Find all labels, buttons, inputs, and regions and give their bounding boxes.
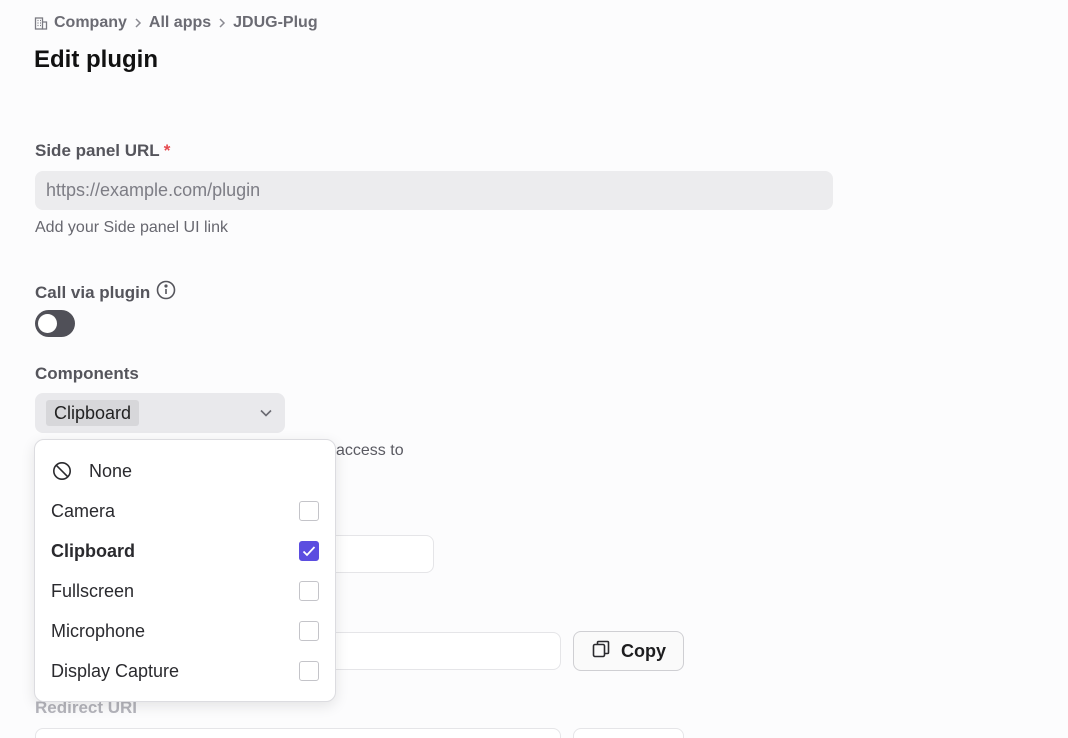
- option-label: Microphone: [51, 620, 146, 641]
- option-camera[interactable]: Camera: [35, 491, 335, 531]
- chevron-right-icon: [133, 17, 143, 29]
- components-label: Components: [35, 364, 139, 383]
- checkbox[interactable]: [299, 621, 319, 641]
- breadcrumb: Company All apps JDUG-Plug: [34, 12, 318, 34]
- components-select[interactable]: Clipboard: [35, 393, 285, 433]
- client-id-input[interactable]: [300, 632, 561, 670]
- option-display-capture[interactable]: Display Capture: [35, 651, 335, 691]
- side-panel-helper: Add your Side panel UI link: [35, 219, 228, 236]
- components-helper-text: access to: [336, 442, 404, 459]
- call-via-plugin-toggle[interactable]: [35, 310, 75, 337]
- option-label: Camera: [51, 500, 116, 521]
- breadcrumb-company[interactable]: Company: [54, 14, 127, 32]
- checkbox-checked[interactable]: [299, 541, 319, 561]
- info-icon[interactable]: [156, 280, 176, 305]
- option-fullscreen[interactable]: Fullscreen: [35, 571, 335, 611]
- toggle-knob: [38, 314, 57, 333]
- selected-chip: Clipboard: [46, 400, 140, 426]
- option-microphone[interactable]: Microphone: [35, 611, 335, 651]
- side-panel-url-label: Side panel URL *: [35, 141, 171, 160]
- breadcrumb-all-apps[interactable]: All apps: [149, 14, 211, 32]
- side-panel-url-input[interactable]: [35, 171, 833, 210]
- checkbox[interactable]: [299, 661, 319, 681]
- redirect-copy-button[interactable]: [573, 728, 684, 738]
- copy-button[interactable]: Copy: [573, 631, 684, 671]
- option-label: None: [89, 460, 133, 481]
- option-label: Clipboard: [51, 540, 135, 561]
- option-none[interactable]: None: [35, 451, 335, 491]
- components-dropdown: None Camera Clipboard Fullscreen Microph…: [34, 439, 336, 702]
- redirect-uri-input[interactable]: [35, 728, 561, 738]
- page-title: Edit plugin: [34, 46, 158, 73]
- chevron-down-icon: [259, 406, 273, 425]
- required-mark: *: [163, 141, 171, 160]
- copy-icon: [591, 639, 611, 664]
- option-label: Fullscreen: [51, 580, 135, 601]
- option-label: Display Capture: [51, 660, 180, 681]
- checkbox[interactable]: [299, 501, 319, 521]
- call-via-plugin-label: Call via plugin: [35, 280, 176, 305]
- option-clipboard[interactable]: Clipboard: [35, 531, 335, 571]
- chevron-right-icon: [217, 17, 227, 29]
- copy-button-label: Copy: [621, 640, 666, 661]
- building-icon: [34, 16, 48, 30]
- breadcrumb-current[interactable]: JDUG-Plug: [233, 14, 317, 32]
- ban-icon: [52, 461, 72, 486]
- checkbox[interactable]: [299, 581, 319, 601]
